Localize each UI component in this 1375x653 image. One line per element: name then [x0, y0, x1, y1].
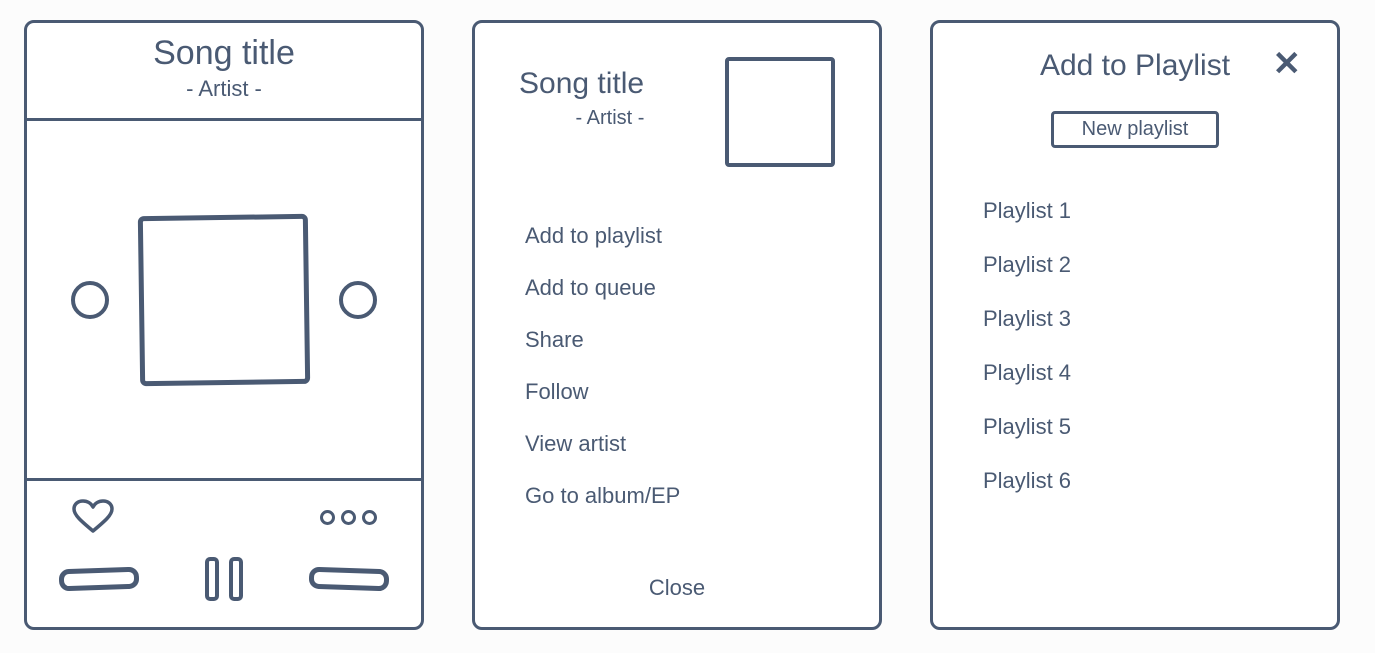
- menu-item-add-to-queue[interactable]: Add to queue: [525, 275, 835, 301]
- menu-item-add-to-playlist[interactable]: Add to playlist: [525, 223, 835, 249]
- more-options-icon[interactable]: [320, 510, 377, 525]
- album-thumbnail[interactable]: [725, 57, 835, 167]
- menu-item-view-artist[interactable]: View artist: [525, 431, 835, 457]
- add-playlist-title: Add to Playlist: [1040, 49, 1230, 83]
- prev-track-button[interactable]: [71, 281, 109, 319]
- skip-back-button[interactable]: [59, 567, 140, 592]
- song-artist: - Artist -: [519, 107, 701, 130]
- playlist-list: Playlist 1 Playlist 2 Playlist 3 Playlis…: [977, 198, 1293, 494]
- playlist-item[interactable]: Playlist 1: [983, 198, 1293, 224]
- pause-button[interactable]: [205, 557, 243, 601]
- song-menu-titles: Song title - Artist -: [519, 57, 701, 130]
- menu-item-go-to-album[interactable]: Go to album/EP: [525, 483, 835, 509]
- player-header: Song title - Artist -: [27, 23, 421, 121]
- skip-forward-button[interactable]: [309, 567, 390, 592]
- song-title: Song title: [37, 35, 411, 72]
- playlist-item[interactable]: Playlist 6: [983, 468, 1293, 494]
- song-menu-header: Song title - Artist -: [519, 57, 835, 167]
- menu-item-follow[interactable]: Follow: [525, 379, 835, 405]
- song-artist: - Artist -: [37, 76, 411, 102]
- menu-item-share[interactable]: Share: [525, 327, 835, 353]
- close-button[interactable]: Close: [519, 567, 835, 607]
- next-track-button[interactable]: [339, 281, 377, 319]
- new-playlist-button[interactable]: New playlist: [1051, 111, 1220, 148]
- playlist-item[interactable]: Playlist 2: [983, 252, 1293, 278]
- song-menu-screen: Song title - Artist - Add to playlist Ad…: [472, 20, 882, 630]
- add-to-playlist-screen: Add to Playlist ✕ New playlist Playlist …: [930, 20, 1340, 630]
- transport-controls: [55, 557, 393, 601]
- close-icon[interactable]: ✕: [1273, 47, 1302, 81]
- player-screen: Song title - Artist -: [24, 20, 424, 630]
- album-art[interactable]: [138, 214, 310, 386]
- heart-icon[interactable]: [71, 499, 115, 535]
- player-footer: [27, 478, 421, 627]
- song-menu-list: Add to playlist Add to queue Share Follo…: [519, 223, 835, 509]
- song-title: Song title: [519, 67, 701, 101]
- footer-icons-row: [55, 499, 393, 535]
- player-body: [27, 121, 421, 478]
- playlist-item[interactable]: Playlist 5: [983, 414, 1293, 440]
- playlist-item[interactable]: Playlist 3: [983, 306, 1293, 332]
- add-playlist-header: Add to Playlist ✕: [977, 49, 1293, 83]
- playlist-item[interactable]: Playlist 4: [983, 360, 1293, 386]
